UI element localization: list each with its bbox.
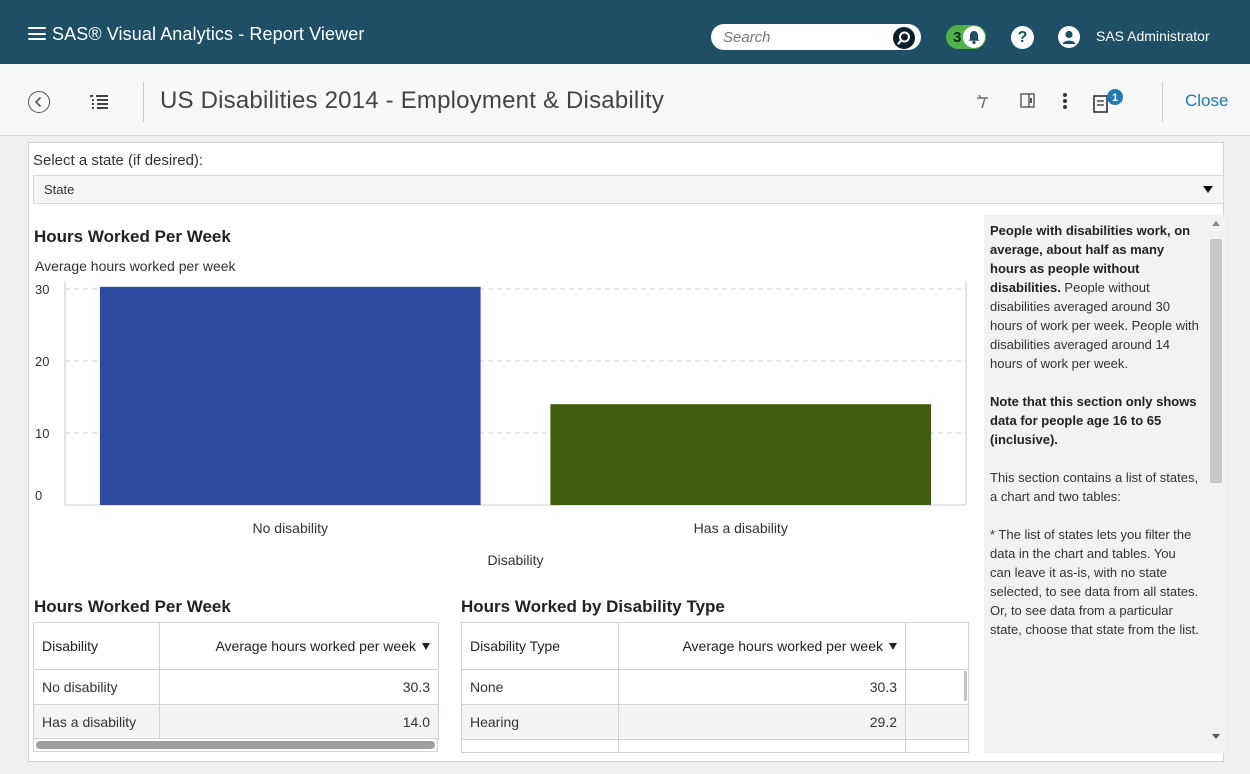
vertical-scrollbar[interactable] (964, 671, 967, 701)
column-header[interactable]: Average hours worked per week (159, 622, 439, 670)
table2-title: Hours Worked by Disability Type (461, 597, 725, 616)
table-cell-spacer (905, 704, 968, 740)
description-panel: People with disabilities work, on averag… (984, 215, 1207, 753)
y-tick-label: 10 (35, 426, 49, 441)
chart-title: Hours Worked Per Week (34, 227, 231, 246)
scroll-up-icon[interactable] (1212, 221, 1220, 226)
bar-chart: Average hours worked per week 0 10 20 30 No d… (35, 258, 967, 568)
sort-icon[interactable] (889, 643, 897, 650)
chevron-down-icon[interactable] (1203, 186, 1213, 193)
search-icon[interactable] (893, 27, 915, 49)
table-cell: Hearing (461, 704, 619, 740)
report-canvas: Select a state (if desired): State Hours… (28, 142, 1225, 762)
user-icon[interactable] (1058, 26, 1080, 48)
description-body: This section contains a list of states, … (990, 470, 1199, 504)
state-dropdown-value: State (44, 182, 75, 197)
bar (99, 286, 481, 505)
table-cell: 29.2 (618, 704, 906, 740)
report-title: US Disabilities 2014 - Employment & Disa… (160, 87, 665, 114)
table-row[interactable]: Has a disability 14.0 (33, 704, 439, 740)
filter-label: Select a state (if desired): (33, 152, 204, 169)
help-icon[interactable]: ? (1011, 26, 1034, 49)
table-cell: 30.3 (159, 669, 439, 705)
table-cell: No disability (33, 669, 160, 705)
x-tick-label: Has a disability (694, 520, 788, 536)
disability-type-table-viewport: Disability Type Average hours worked per… (461, 622, 969, 753)
toolbar-divider (143, 82, 144, 122)
horizontal-scrollbar[interactable] (33, 738, 438, 752)
table-row[interactable]: No disability 30.3 (33, 669, 439, 705)
sort-icon[interactable] (422, 643, 430, 650)
table-cell: 25.7 (618, 739, 906, 752)
x-axis-label: Disability (487, 552, 543, 568)
column-header[interactable]: Average hours worked per week (618, 622, 906, 670)
search-box[interactable] (711, 24, 921, 50)
scroll-down-icon[interactable] (1212, 734, 1220, 739)
table-of-contents-icon[interactable] (90, 94, 108, 110)
toolbar-divider (1162, 82, 1163, 122)
state-dropdown[interactable]: State (33, 175, 1224, 204)
app-banner: SAS® Visual Analytics - Report Viewer 3 … (0, 0, 1250, 64)
table-cell-spacer (905, 669, 968, 705)
scrollbar-thumb[interactable] (1210, 239, 1222, 483)
table1-title: Hours Worked Per Week (34, 597, 231, 616)
description-text: People with disabilities work, on averag… (990, 221, 1200, 658)
column-header-spacer (905, 622, 968, 670)
y-tick-label: 20 (35, 354, 49, 369)
y-axis-label: Average hours worked per week (35, 258, 237, 274)
column-header[interactable]: Disability Type (461, 622, 619, 670)
table-cell: 30.3 (618, 669, 906, 705)
table-row[interactable]: Hearing 29.2 (461, 704, 968, 740)
close-button[interactable]: Close (1185, 91, 1228, 111)
table-cell: 14.0 (159, 704, 439, 740)
table-row[interactable]: Vision 25.7 (461, 739, 968, 752)
description-note: Note that this section only shows data f… (990, 394, 1197, 447)
back-icon[interactable] (28, 91, 50, 113)
y-tick-label: 30 (35, 282, 49, 297)
notification-count: 3 (953, 29, 962, 46)
comments-count: 1 (1112, 92, 1118, 104)
search-input[interactable] (723, 27, 893, 47)
y-tick-label: 0 (35, 488, 42, 503)
table-cell: None (461, 669, 619, 705)
scrollbar-thumb[interactable] (36, 741, 435, 749)
description-body: * The list of states lets you filter the… (990, 527, 1199, 637)
hours-table: Disability Average hours worked per week… (33, 622, 439, 740)
bar (550, 404, 932, 505)
app-title: SAS® Visual Analytics - Report Viewer (52, 24, 365, 44)
pin-icon[interactable] (973, 91, 993, 111)
column-header[interactable]: Disability (33, 622, 160, 670)
table-cell: Vision (461, 739, 619, 752)
table-cell: Has a disability (33, 704, 160, 740)
vertical-scrollbar[interactable] (1207, 215, 1225, 753)
disability-type-table: Disability Type Average hours worked per… (461, 622, 968, 752)
menu-icon[interactable] (28, 27, 46, 40)
user-name[interactable]: SAS Administrator (1096, 28, 1210, 44)
comments-icon[interactable]: 1 (1090, 89, 1130, 117)
panel-icon[interactable] (1018, 91, 1038, 111)
table-row[interactable]: None 30.3 (461, 669, 968, 705)
report-toolbar: US Disabilities 2014 - Employment & Disa… (0, 64, 1250, 136)
more-options-icon[interactable] (1055, 91, 1075, 111)
x-tick-label: No disability (253, 520, 328, 536)
bell-icon[interactable] (963, 26, 985, 48)
table-cell-spacer (905, 739, 968, 752)
